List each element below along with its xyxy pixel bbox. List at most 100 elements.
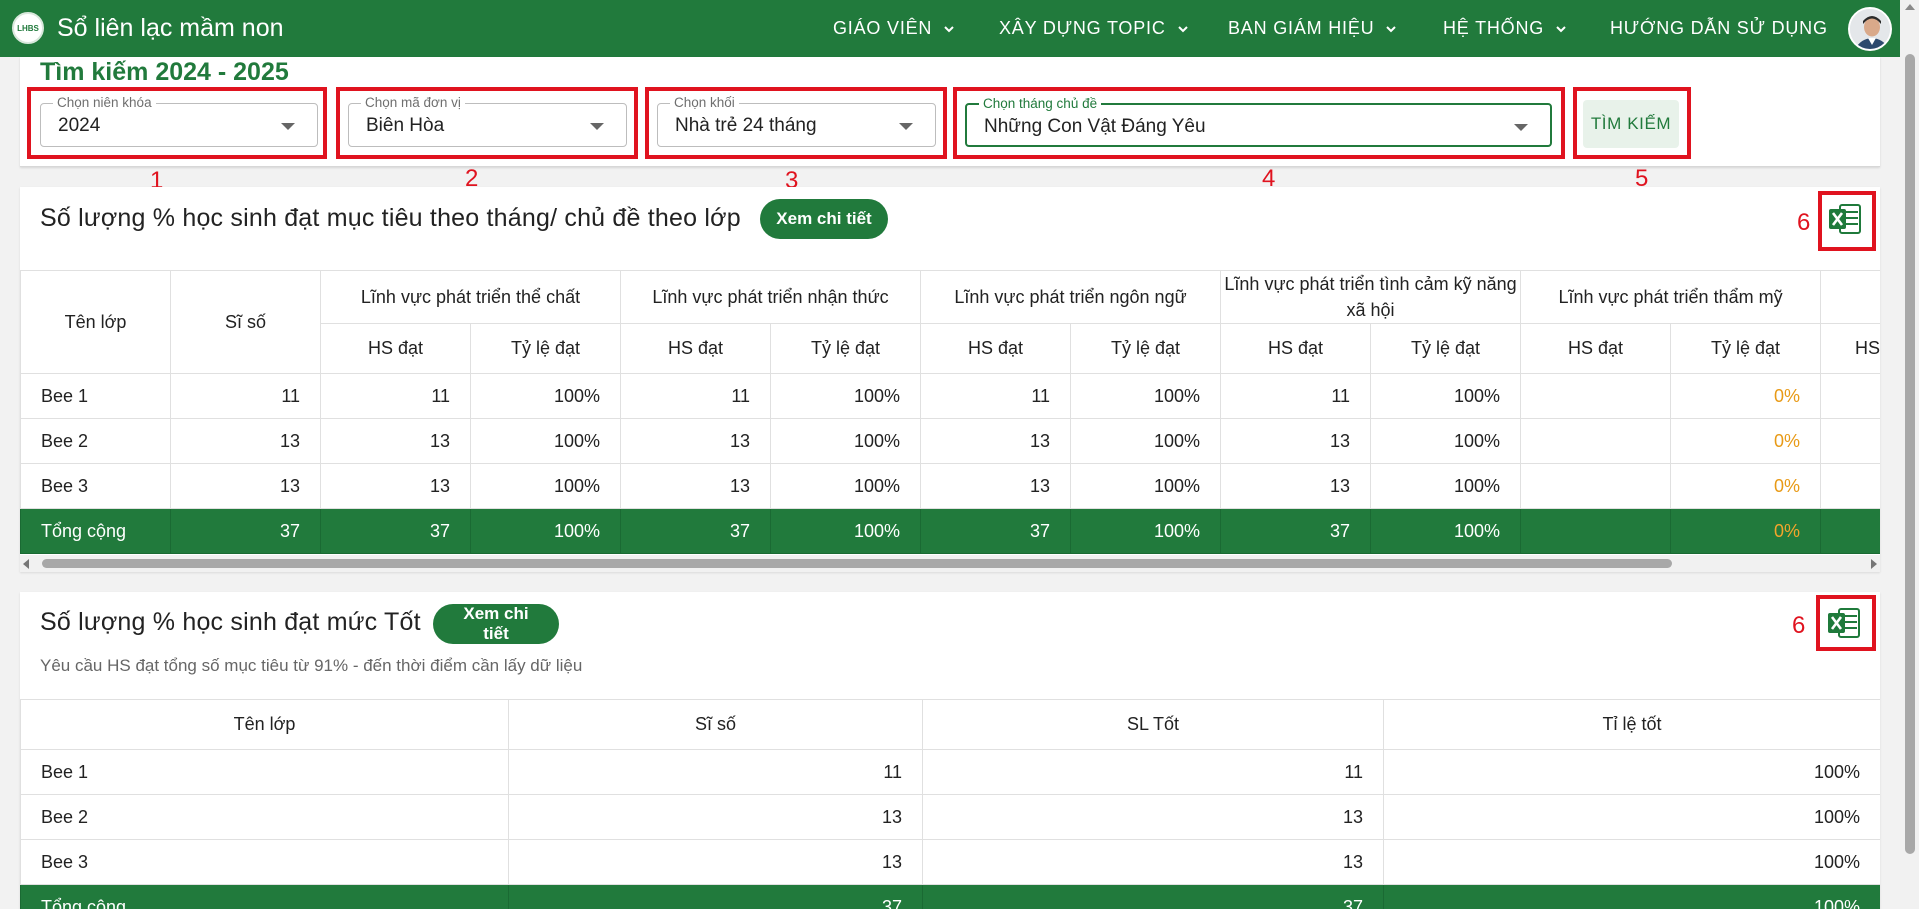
cell-hs [1520, 373, 1672, 419]
annotation-box-3 [645, 87, 947, 159]
cell-good-count: 11 [922, 749, 1384, 795]
cell-hs: 13 [920, 418, 1071, 464]
cell-hs: 11 [920, 373, 1071, 419]
nav-huong-dan-su-dung[interactable]: HƯỚNG DẪN SỬ DỤNG [1610, 18, 1828, 39]
col-hs-dat: HS đạt [1220, 323, 1372, 374]
cell-hs [1520, 508, 1672, 554]
user-avatar[interactable] [1848, 7, 1892, 51]
col-good-count: SL Tốt [922, 699, 1384, 750]
col-group-language: Lĩnh vực phát triển ngôn ngữ [919, 270, 1222, 324]
cell-size: 13 [508, 794, 923, 840]
cell-hs: 13 [320, 418, 471, 464]
cell-class: Bee 2 [20, 418, 171, 464]
cell-hs: 37 [320, 508, 471, 554]
cell-rate: 0% [1670, 463, 1822, 509]
nav-label: GIÁO VIÊN [833, 18, 933, 38]
view-detail-button[interactable]: Xem chi tiết [760, 199, 888, 239]
vertical-scrollbar[interactable] [1900, 0, 1919, 909]
cell-good-count: 13 [922, 794, 1384, 840]
good-level-table-wrapper: Tên lớp Sĩ số SL Tốt Tỉ lệ tốt Bee 1 11 … [20, 699, 1880, 909]
annotation-number: 6 [1797, 209, 1811, 236]
cell-good-count: 13 [922, 839, 1384, 885]
cell-rate: 100% [770, 418, 921, 464]
col-hs-dat: HS đạt [620, 323, 771, 374]
cell-size: 13 [508, 839, 923, 885]
nav-label: HỆ THỐNG [1443, 18, 1545, 38]
col-group-next [1820, 270, 1880, 324]
total-row: Tổng cộng 37 37 100% [20, 884, 1880, 909]
cell-hs: 11 [620, 373, 771, 419]
scroll-up-icon[interactable] [1905, 4, 1915, 10]
cell-hs [1520, 463, 1672, 509]
cell-rate: 0% [1670, 418, 1822, 464]
nav-giao-vien[interactable]: GIÁO VIÊN [833, 18, 956, 39]
cell-size: 37 [170, 508, 321, 554]
view-detail-button[interactable]: Xem chi tiết [433, 604, 559, 644]
cell-size: 13 [170, 463, 321, 509]
annotation-number: 6 [1792, 612, 1806, 639]
section1-title: Số lượng % học sinh đạt mục tiêu theo th… [40, 204, 741, 232]
cell-rate: 100% [470, 463, 621, 509]
cell-rate: 100% [770, 373, 921, 419]
cell-class: Tổng cộng [20, 884, 509, 909]
cell-hs: 11 [1220, 373, 1372, 419]
cell-size: 37 [508, 884, 923, 909]
nav-he-thong[interactable]: HỆ THỐNG [1443, 18, 1568, 39]
annotation-box-4 [953, 87, 1565, 159]
cell-class: Bee 1 [20, 373, 171, 419]
cell-hs: 11 [320, 373, 471, 419]
col-group-social: Lĩnh vực phát triển tình cảm kỹ năng xã … [1220, 270, 1522, 324]
cell-hs: 13 [620, 463, 771, 509]
nav-label: XÂY DỰNG TOPIC [999, 18, 1166, 38]
col-class-size: Sĩ số [508, 699, 923, 750]
excel-icon[interactable] [1828, 203, 1862, 235]
cell-good-rate: 100% [1383, 749, 1880, 795]
cell-rate: 100% [470, 418, 621, 464]
scroll-right-icon[interactable] [1871, 559, 1877, 569]
cell-hs [1520, 418, 1672, 464]
cell-partial [1820, 508, 1880, 554]
scroll-left-icon[interactable] [23, 559, 29, 569]
scrollbar-thumb[interactable] [42, 559, 1672, 568]
cell-good-count: 37 [922, 884, 1384, 909]
cell-rate: 100% [1069, 463, 1222, 509]
app-logo[interactable]: LHBS [12, 12, 44, 44]
cell-class: Bee 1 [20, 749, 509, 795]
scrollbar-thumb[interactable] [1905, 54, 1915, 854]
nav-ban-giam-hieu[interactable]: BAN GIÁM HIỆU [1228, 18, 1398, 39]
cell-rate: 0% [1670, 373, 1822, 419]
col-ty-le-dat: Tỷ lệ đạt [470, 323, 621, 374]
col-class-name: Tên lớp [20, 699, 509, 750]
col-good-rate: Tỉ lệ tốt [1383, 699, 1880, 750]
good-level-table: Tên lớp Sĩ số SL Tốt Tỉ lệ tốt Bee 1 11 … [20, 699, 1880, 909]
cell-size: 11 [170, 373, 321, 419]
annotation-box-5 [1573, 87, 1691, 159]
cell-class: Tổng cộng [20, 508, 171, 554]
cell-partial [1820, 463, 1880, 509]
col-group-cognitive: Lĩnh vực phát triển nhận thức [620, 270, 921, 324]
excel-icon[interactable] [1827, 607, 1861, 639]
col-hs-partial: HS [1820, 323, 1880, 374]
nav-xay-dung-topic[interactable]: XÂY DỰNG TOPIC [999, 18, 1190, 39]
cell-hs: 13 [1220, 463, 1372, 509]
cell-rate: 0% [1670, 508, 1822, 554]
cell-size: 11 [508, 749, 923, 795]
search-title: Tìm kiếm 2024 - 2025 [40, 58, 289, 86]
cell-rate: 100% [1069, 418, 1222, 464]
requirement-note: Yêu cầu HS đạt tổng số mục tiêu từ 91% -… [40, 656, 583, 675]
cell-class: Bee 2 [20, 794, 509, 840]
chevron-down-icon [1177, 25, 1188, 32]
cell-hs: 13 [320, 463, 471, 509]
cell-hs: 37 [1220, 508, 1372, 554]
table-row: Bee 1 11 11 100% [20, 749, 1880, 795]
table-row: Bee 2 13 13 100% [20, 794, 1880, 840]
annotation-box-1 [27, 87, 327, 159]
cell-rate: 100% [1370, 373, 1522, 419]
horizontal-scrollbar[interactable] [20, 555, 1880, 572]
col-hs-dat: HS đạt [320, 323, 471, 374]
col-hs-dat: HS đạt [1520, 323, 1672, 374]
avatar-image [1850, 9, 1890, 49]
cell-hs: 13 [920, 463, 1071, 509]
app-title[interactable]: Sổ liên lạc mầm non [57, 14, 284, 43]
cell-partial [1820, 418, 1880, 464]
